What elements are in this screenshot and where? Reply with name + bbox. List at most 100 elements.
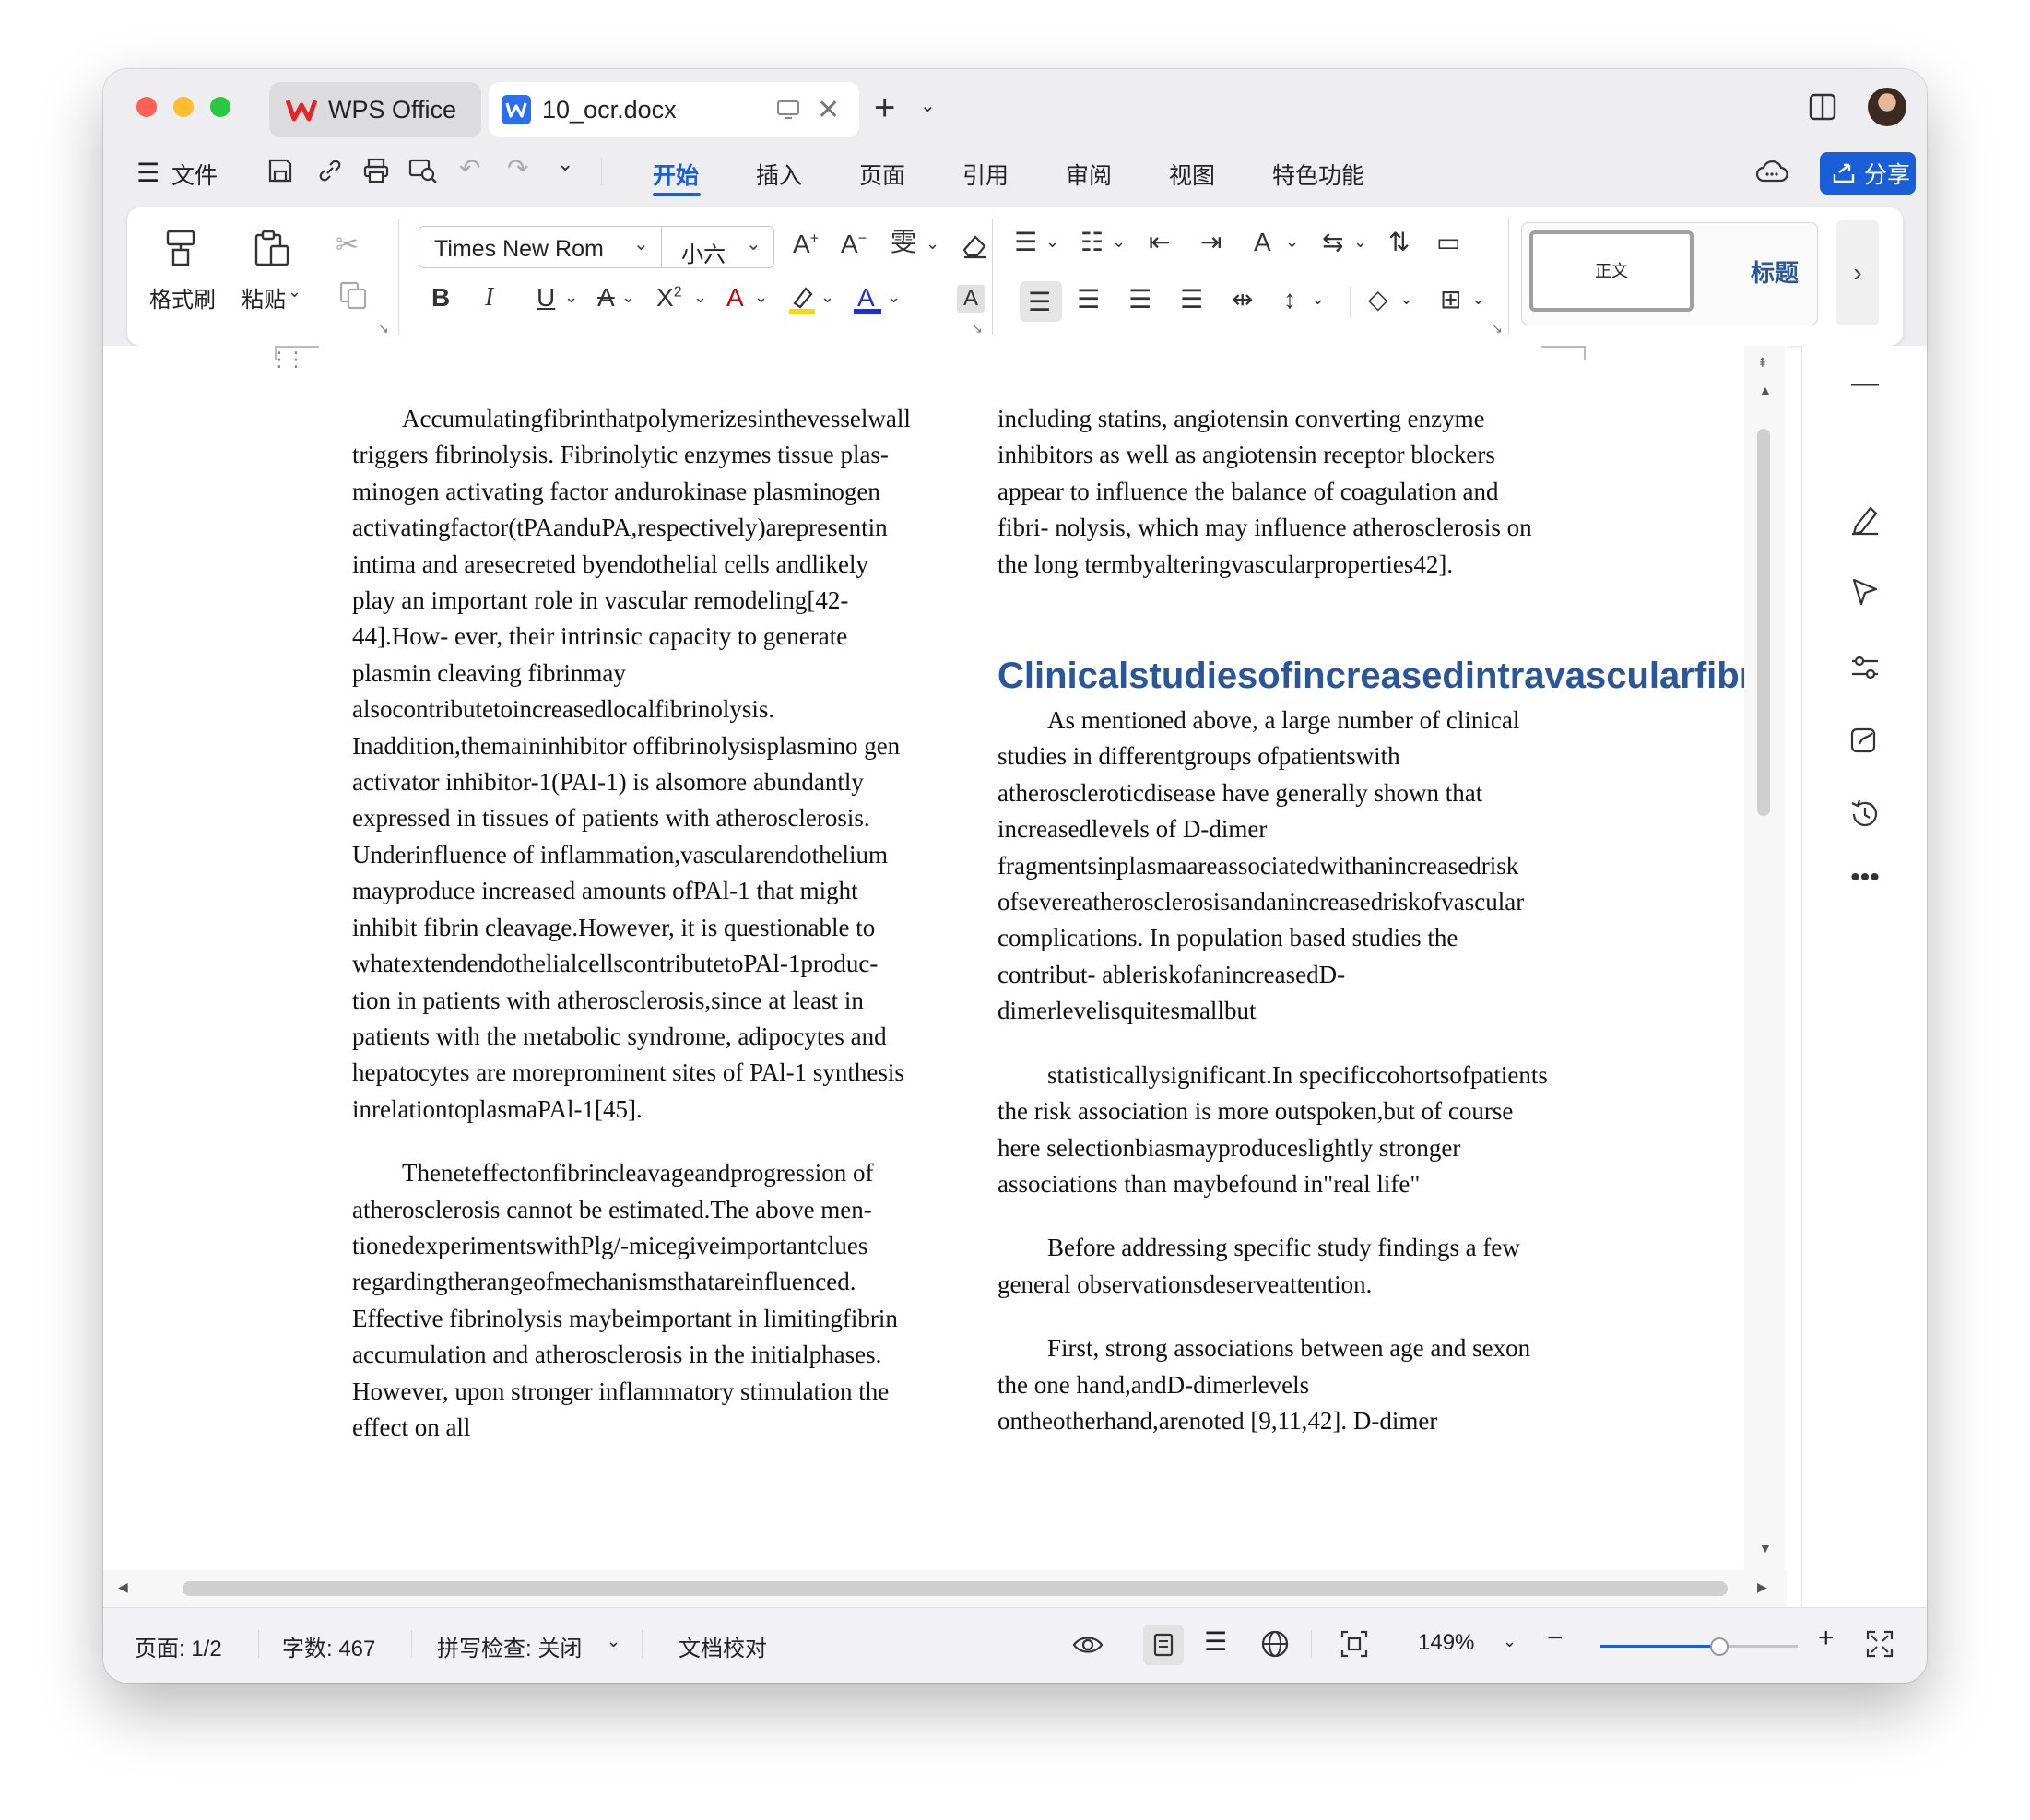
adjust-sliders-icon[interactable]	[1848, 650, 1882, 683]
line-spacing-icon[interactable]: ↕	[1283, 287, 1296, 313]
superscript-chevron-icon[interactable]: ⌄	[693, 289, 707, 305]
bullet-list-chevron-icon[interactable]: ⌄	[1045, 233, 1059, 250]
vertical-scroll-thumb[interactable]	[1757, 429, 1770, 816]
fit-page-icon[interactable]	[1339, 1628, 1370, 1660]
numbered-list-chevron-icon[interactable]: ⌄	[1112, 233, 1126, 250]
pen-icon[interactable]	[1848, 502, 1882, 536]
reading-mode-eye-icon[interactable]	[1071, 1628, 1104, 1661]
paste-chevron-icon[interactable]: ⌄	[288, 283, 301, 300]
styles-scroll-right-icon[interactable]: ›	[1836, 220, 1879, 325]
file-menu[interactable]: 文件	[171, 158, 218, 191]
horizontal-scrollbar[interactable]: ◀ ▶	[103, 1570, 1787, 1607]
justify-icon[interactable]: ☰	[1180, 287, 1203, 313]
borders-chevron-icon[interactable]: ⌄	[1471, 290, 1485, 307]
line-spacing-chevron-icon[interactable]: ⌄	[1311, 290, 1325, 307]
style-heading[interactable]: 标题	[1751, 254, 1812, 289]
zoom-slider[interactable]	[1600, 1637, 1798, 1656]
copy-icon[interactable]	[337, 279, 369, 311]
print-icon[interactable]	[361, 156, 391, 185]
collapse-pane-icon[interactable]: —	[1839, 368, 1891, 399]
scroll-page-up-icon[interactable]: ⇞	[1757, 355, 1768, 371]
show-marks-icon[interactable]: ▭	[1436, 230, 1460, 255]
tab-insert[interactable]: 插入	[756, 158, 802, 191]
clipboard-dialog-launcher-icon[interactable]: ↘	[378, 322, 389, 335]
text-effect-chevron-icon[interactable]: ⌄	[754, 289, 768, 305]
text-direction-chevron-icon[interactable]: ⌄	[1285, 233, 1299, 250]
word-count[interactable]: 字数: 467	[282, 1630, 375, 1662]
tab-review[interactable]: 审阅	[1066, 158, 1112, 191]
numbered-list-icon[interactable]: ☷	[1080, 230, 1104, 255]
page-view-button[interactable]	[1143, 1625, 1184, 1665]
bullet-list-icon[interactable]: ☰	[1014, 230, 1037, 255]
align-left-button[interactable]: ☰	[1020, 281, 1062, 322]
tab-view[interactable]: 视图	[1169, 158, 1215, 191]
tab-references[interactable]: 引用	[962, 158, 1009, 191]
spell-check-status[interactable]: 拼写检查: 关闭	[437, 1630, 582, 1662]
link-icon[interactable]	[315, 156, 345, 185]
sort-icon[interactable]: ⇅	[1388, 230, 1410, 255]
text-effect-icon[interactable]: A	[726, 285, 744, 311]
cut-icon[interactable]: ✂	[336, 231, 359, 259]
minimize-window-button[interactable]	[173, 97, 194, 117]
right-paragraph-3[interactable]: statisticallysignificant.In specificcoho…	[997, 1058, 1551, 1203]
scroll-up-arrow-icon[interactable]: ▲	[1759, 383, 1772, 397]
shading-icon[interactable]: ◇	[1368, 287, 1388, 313]
font-color-chevron-icon[interactable]: ⌄	[887, 289, 901, 305]
decrease-font-size-icon[interactable]: A−	[841, 231, 867, 257]
print-preview-icon[interactable]	[407, 156, 439, 185]
monitor-icon[interactable]	[776, 99, 800, 121]
history-icon[interactable]	[1848, 798, 1882, 831]
horizontal-scroll-thumb[interactable]	[183, 1581, 1728, 1596]
save-icon[interactable]	[266, 156, 295, 185]
zoom-in-icon[interactable]: +	[1818, 1623, 1835, 1654]
proofread-button[interactable]: 文档校对	[679, 1630, 767, 1662]
select-cursor-icon[interactable]	[1848, 576, 1882, 609]
right-paragraph-1[interactable]: including statins, angiotensin convertin…	[997, 401, 1551, 583]
redo-icon[interactable]: ↷	[507, 156, 528, 182]
sort-swap-chevron-icon[interactable]: ⌄	[1353, 233, 1367, 250]
align-right-icon[interactable]: ☰	[1128, 287, 1151, 313]
phonetic-guide-icon[interactable]: 雯	[891, 230, 916, 255]
sidebar-toggle-icon[interactable]	[1807, 91, 1838, 123]
zoom-out-icon[interactable]: −	[1547, 1623, 1564, 1654]
style-normal[interactable]: 正文	[1529, 230, 1694, 312]
distribute-icon[interactable]: ⇹	[1232, 287, 1253, 313]
right-paragraph-2[interactable]: As mentioned above, a large number of cl…	[997, 703, 1551, 1030]
tab-home[interactable]: 开始	[653, 158, 699, 191]
web-view-globe-icon[interactable]	[1259, 1628, 1291, 1660]
underline-icon[interactable]: U	[537, 285, 555, 311]
maximize-window-button[interactable]	[210, 97, 230, 117]
close-tab-icon[interactable]: ✕	[817, 94, 840, 126]
tab-document[interactable]: 10_ocr.docx ✕	[489, 82, 859, 137]
phonetic-chevron-icon[interactable]: ⌄	[926, 235, 939, 252]
quick-access-chevron-icon[interactable]: ⌄	[557, 154, 573, 174]
font-dialog-launcher-icon[interactable]: ↘	[972, 322, 983, 335]
outline-view-icon[interactable]: ☰	[1204, 1626, 1227, 1657]
share-button[interactable]: 分享	[1820, 152, 1916, 195]
right-paragraph-5[interactable]: First, strong associations between age a…	[997, 1330, 1551, 1439]
spell-check-chevron-icon[interactable]: ⌄	[607, 1632, 620, 1651]
drag-handle-icon[interactable]: ⋮⋮	[269, 348, 306, 372]
decrease-indent-icon[interactable]: ⇤	[1149, 230, 1170, 255]
bold-icon[interactable]: B	[431, 285, 450, 311]
shading-chevron-icon[interactable]: ⌄	[1399, 290, 1413, 307]
more-icon[interactable]: •••	[1839, 862, 1891, 893]
format-painter-label[interactable]: 格式刷	[149, 281, 216, 313]
format-painter-icon[interactable]	[160, 228, 201, 268]
italic-icon[interactable]: I	[485, 285, 493, 311]
fullscreen-icon[interactable]	[1864, 1628, 1895, 1660]
zoom-slider-thumb[interactable]	[1710, 1637, 1729, 1656]
text-direction-icon[interactable]: A	[1254, 230, 1271, 255]
strikethrough-chevron-icon[interactable]: ⌄	[621, 289, 635, 305]
ai-assistant-icon[interactable]	[1848, 724, 1882, 757]
font-size-chevron-icon[interactable]: ⌄	[746, 232, 761, 255]
close-window-button[interactable]	[136, 97, 157, 117]
paste-icon[interactable]	[251, 228, 291, 268]
scroll-left-arrow-icon[interactable]: ◀	[118, 1579, 128, 1595]
page-indicator[interactable]: 页面: 1/2	[135, 1630, 222, 1662]
tab-list-chevron-icon[interactable]: ⌄	[920, 97, 936, 115]
character-shading-icon[interactable]: A	[957, 285, 985, 313]
right-paragraph-4[interactable]: Before addressing specific study finding…	[997, 1230, 1551, 1303]
eraser-icon[interactable]	[959, 230, 990, 261]
scroll-right-arrow-icon[interactable]: ▶	[1757, 1579, 1767, 1595]
